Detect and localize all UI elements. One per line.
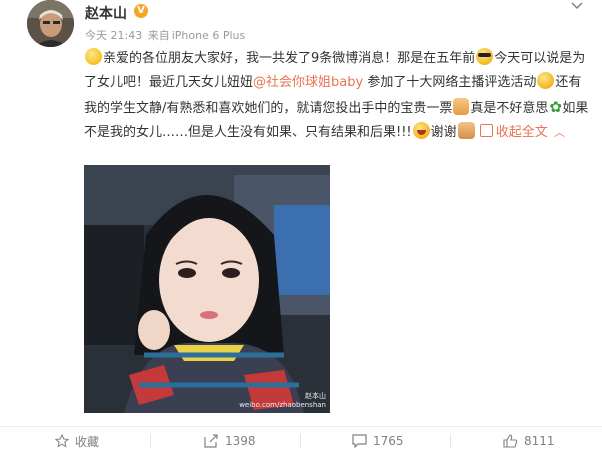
divider [450,434,451,448]
collapse-label: 收起全文 [495,125,548,140]
post-meta: 今天 21:43 来自 iPhone 6 Plus [85,27,247,43]
divider [150,434,151,448]
divider [300,434,301,448]
chevron-up-icon: ︿ [553,126,565,139]
thumbs-up-icon [503,434,518,448]
watermark-url: weibo.com/zhaobenshan [239,401,326,409]
like-button[interactable]: 8111 [503,432,555,450]
repost-icon [204,434,218,448]
repost-button[interactable]: 1398 [204,432,256,450]
star-icon [55,434,69,448]
thumbs-up-emoji-icon [453,98,470,115]
text-segment-5: 真是不好意思 [470,101,549,116]
repost-count: 1398 [225,434,256,448]
post-source[interactable]: iPhone 6 Plus [172,29,246,42]
post-time[interactable]: 今天 21:43 [85,29,142,42]
chevron-down-icon[interactable] [569,0,585,12]
action-bar: 收藏 1398 1765 8111 [0,426,602,452]
watermark-name: 赵本山 [305,392,326,400]
shy-emoji-icon [537,72,555,89]
avatar[interactable] [27,0,74,47]
sunglasses-emoji-icon [476,48,494,65]
comment-icon [352,434,367,448]
verified-badge-icon: V [134,4,148,18]
like-count: 8111 [524,434,555,448]
comment-count: 1765 [373,434,404,448]
mention-link[interactable]: @社会你球姐baby [253,75,363,90]
grass-emoji-icon: ✿ [549,98,562,116]
text-segment-7: 谢谢 [430,125,457,140]
source-prefix: 来自 [147,29,170,42]
post-text: 亲爱的各位朋友大家好，我一共发了9条微博消息！那是在五年前 今天可以说是为了女儿吧… [84,47,592,145]
weibo-post: 赵本山 V 今天 21:43 来自 iPhone 6 Plus 亲爱的各位朋友大家… [0,0,602,451]
clap-emoji-icon [457,122,475,139]
favorite-button[interactable]: 收藏 [55,432,99,450]
favorite-label: 收藏 [75,434,100,449]
text-segment-3: 参加了十大网络主播评选活动 [363,75,537,90]
collapse-icon [479,124,493,137]
comment-button[interactable]: 1765 [352,432,404,450]
text-segment-1: 亲爱的各位朋友大家好，我一共发了9条微博消息！那是在五年前 [103,51,476,66]
user-name[interactable]: 赵本山 [85,3,127,23]
laugh-emoji-icon [412,122,430,139]
post-photo[interactable]: 赵本山 weibo.com/zhaobenshan [84,165,330,413]
photo-watermark: 赵本山 weibo.com/zhaobenshan [239,392,326,410]
smile-emoji-icon [85,48,102,65]
collapse-full-text-link[interactable]: 收起全文 ︿ [479,124,565,140]
